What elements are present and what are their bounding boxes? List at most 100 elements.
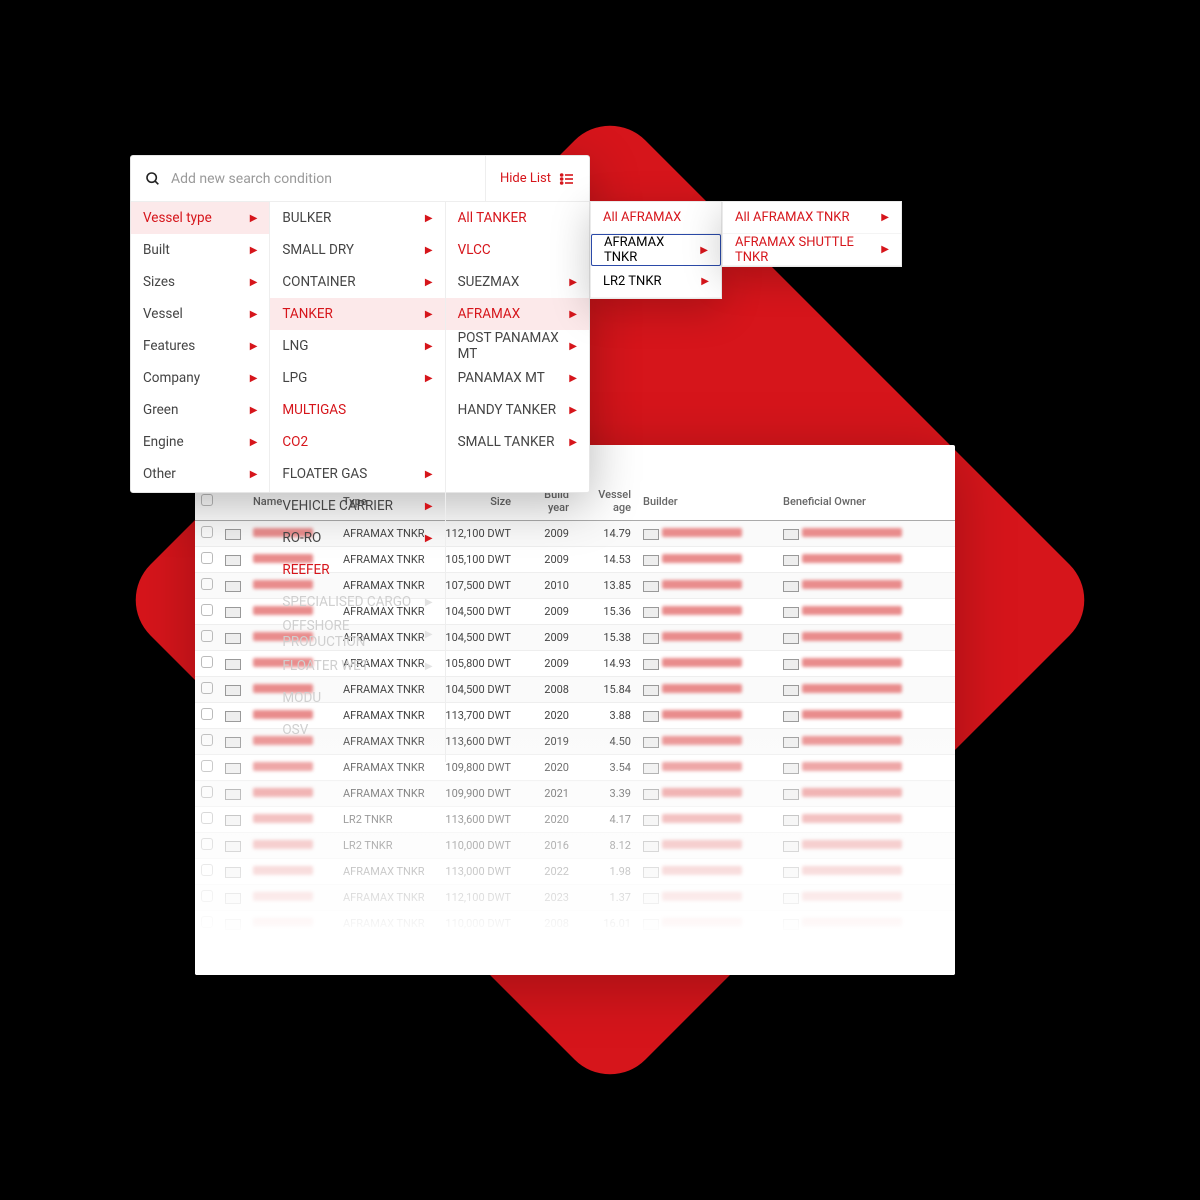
- menu-item[interactable]: HANDY TANKER▶: [446, 394, 589, 426]
- vessel-name-blurred: [253, 762, 313, 771]
- cell-size: 109,900 DWT: [437, 781, 517, 807]
- menu-item[interactable]: MODU: [270, 682, 444, 714]
- row-checkbox[interactable]: [201, 968, 213, 975]
- cell-size: 112,100 DWT: [437, 885, 517, 911]
- cell-build-year: 2010: [517, 573, 575, 599]
- menu-item[interactable]: FLOATER GAS▶: [270, 458, 444, 490]
- cell-size: 113,700 DWT: [437, 703, 517, 729]
- row-checkbox[interactable]: [201, 656, 213, 668]
- cell-owner: [777, 859, 955, 885]
- menu-item[interactable]: PANAMAX MT▶: [446, 362, 589, 394]
- menu-item[interactable]: SMALL TANKER▶: [446, 426, 589, 458]
- row-checkbox[interactable]: [201, 682, 213, 694]
- cell-owner: [777, 885, 955, 911]
- menu-item[interactable]: CO2: [270, 426, 444, 458]
- table-row[interactable]: LR2 TNKR105,200 DWT201112.92: [195, 937, 955, 963]
- menu-item[interactable]: LR2 TNKR▶: [591, 266, 721, 298]
- column-builder[interactable]: Builder: [637, 482, 777, 521]
- row-checkbox[interactable]: [201, 760, 213, 772]
- cell-owner: [777, 755, 955, 781]
- menu-item[interactable]: VLCC: [446, 234, 589, 266]
- menu-item[interactable]: VEHICLE CARRIER▶: [270, 490, 444, 522]
- hide-list-button[interactable]: Hide List: [485, 156, 589, 201]
- row-checkbox[interactable]: [201, 786, 213, 798]
- cell-builder: [637, 651, 777, 677]
- row-checkbox[interactable]: [201, 630, 213, 642]
- menu-item[interactable]: Other▶: [131, 458, 269, 490]
- column-beneficial-owner[interactable]: Beneficial Owner: [777, 482, 955, 521]
- menu-item[interactable]: FLOATER WET▶: [270, 650, 444, 682]
- table-row[interactable]: LR2 TNKR113,600 DWT20204.17: [195, 807, 955, 833]
- menu-item[interactable]: AFRAMAX TNKR▶: [591, 234, 721, 266]
- menu-item[interactable]: Vessel type▶: [131, 202, 269, 234]
- table-row[interactable]: AFRAMAX TNKR104,600 DWT201113.18: [195, 963, 955, 976]
- table-row[interactable]: AFRAMAX TNKR110,000 DWT200816.01: [195, 911, 955, 937]
- row-checkbox[interactable]: [201, 942, 213, 954]
- cell-size: 104,600 DWT: [437, 963, 517, 976]
- cell-builder: [637, 703, 777, 729]
- filter-header: Hide List: [131, 156, 589, 202]
- menu-item[interactable]: All AFRAMAX TNKR▶: [723, 202, 901, 234]
- table-row[interactable]: LR2 TNKR110,000 DWT20168.12: [195, 833, 955, 859]
- menu-item[interactable]: OSV: [270, 714, 444, 746]
- menu-item[interactable]: Features▶: [131, 330, 269, 362]
- cell-vessel-age: 8.12: [575, 833, 637, 859]
- row-checkbox[interactable]: [201, 604, 213, 616]
- flag-icon: [225, 581, 241, 592]
- cell-type: AFRAMAX TNKR: [337, 911, 437, 937]
- menu-item[interactable]: Engine▶: [131, 426, 269, 458]
- menu-item[interactable]: AFRAMAX SHUTTLE TNKR▶: [723, 234, 901, 266]
- row-checkbox[interactable]: [201, 578, 213, 590]
- flag-icon: [225, 919, 241, 930]
- row-checkbox[interactable]: [201, 916, 213, 928]
- cell-builder: [637, 885, 777, 911]
- cell-owner: [777, 651, 955, 677]
- cell-owner: [777, 807, 955, 833]
- menu-item[interactable]: LPG▶: [270, 362, 444, 394]
- menu-item[interactable]: All TANKER: [446, 202, 589, 234]
- row-checkbox[interactable]: [201, 890, 213, 902]
- search-input[interactable]: [171, 171, 471, 187]
- row-checkbox[interactable]: [201, 812, 213, 824]
- menu-item[interactable]: POST PANAMAX MT▶: [446, 330, 589, 362]
- cell-vessel-age: 13.18: [575, 963, 637, 976]
- row-checkbox[interactable]: [201, 734, 213, 746]
- menu-item[interactable]: Vessel▶: [131, 298, 269, 330]
- search-input-wrap[interactable]: [131, 171, 485, 187]
- menu-item[interactable]: CONTAINER▶: [270, 266, 444, 298]
- menu-item[interactable]: SMALL DRY▶: [270, 234, 444, 266]
- menu-item[interactable]: SUEZMAX▶: [446, 266, 589, 298]
- row-checkbox[interactable]: [201, 708, 213, 720]
- cell-builder: [637, 729, 777, 755]
- menu-item[interactable]: BULKER▶: [270, 202, 444, 234]
- menu-item[interactable]: LNG▶: [270, 330, 444, 362]
- menu-item[interactable]: Sizes▶: [131, 266, 269, 298]
- menu-item[interactable]: OFFSHORE PRODUCTION▶: [270, 618, 444, 650]
- table-row[interactable]: AFRAMAX TNKR109,900 DWT20213.39: [195, 781, 955, 807]
- cell-builder: [637, 547, 777, 573]
- table-row[interactable]: AFRAMAX TNKR112,100 DWT20231.37: [195, 885, 955, 911]
- cell-owner: [777, 963, 955, 976]
- cell-builder: [637, 781, 777, 807]
- menu-item[interactable]: SPECIALISED CARGO▶: [270, 586, 444, 618]
- flag-icon: [225, 841, 241, 852]
- table-row[interactable]: AFRAMAX TNKR113,000 DWT20221.98: [195, 859, 955, 885]
- cell-builder: [637, 755, 777, 781]
- menu-item[interactable]: MULTIGAS: [270, 394, 444, 426]
- row-checkbox[interactable]: [201, 552, 213, 564]
- cell-type: AFRAMAX TNKR: [337, 859, 437, 885]
- row-checkbox[interactable]: [201, 526, 213, 538]
- flag-icon: [225, 945, 241, 956]
- row-checkbox[interactable]: [201, 838, 213, 850]
- menu-item[interactable]: RO-RO▶: [270, 522, 444, 554]
- menu-item[interactable]: REEFER: [270, 554, 444, 586]
- menu-item[interactable]: Green▶: [131, 394, 269, 426]
- menu-item[interactable]: Company▶: [131, 362, 269, 394]
- select-all-checkbox[interactable]: [201, 494, 213, 506]
- menu-item[interactable]: AFRAMAX▶: [446, 298, 589, 330]
- row-checkbox[interactable]: [201, 864, 213, 876]
- filter-col-5: All AFRAMAX TNKR▶AFRAMAX SHUTTLE TNKR▶: [722, 201, 902, 267]
- menu-item[interactable]: Built▶: [131, 234, 269, 266]
- menu-item[interactable]: All AFRAMAX: [591, 202, 721, 234]
- menu-item[interactable]: TANKER▶: [270, 298, 444, 330]
